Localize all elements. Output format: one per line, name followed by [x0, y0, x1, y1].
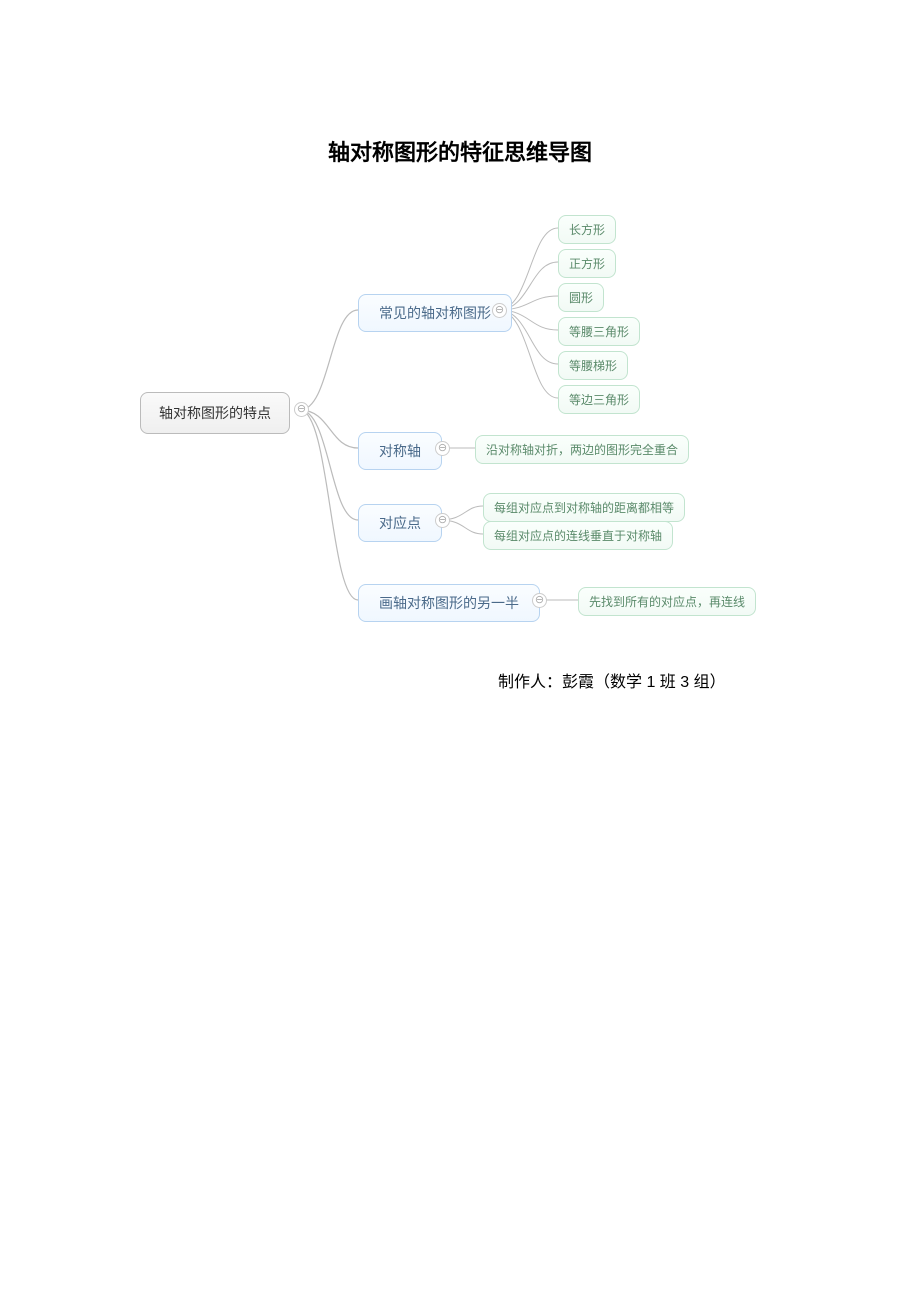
leaf-perpendicular[interactable]: 每组对应点的连线垂直于对称轴: [483, 521, 673, 550]
branch-common-shapes[interactable]: 常见的轴对称图形: [358, 294, 512, 332]
branch-label: 对应点: [379, 513, 421, 533]
branch-label: 对称轴: [379, 441, 421, 461]
leaf-label: 圆形: [569, 289, 593, 306]
leaf-label: 等腰三角形: [569, 323, 629, 340]
leaf-label: 等边三角形: [569, 391, 629, 408]
toggle-icon[interactable]: ⊖: [435, 513, 450, 528]
leaf-isosceles-triangle[interactable]: 等腰三角形: [558, 317, 640, 346]
mindmap-container: 轴对称图形的特点 ⊖ 常见的轴对称图形 ⊖ 长方形 正方形 圆形 等腰三角形 等…: [130, 210, 870, 640]
leaf-equal-distance[interactable]: 每组对应点到对称轴的距离都相等: [483, 493, 685, 522]
toggle-icon[interactable]: ⊖: [435, 441, 450, 456]
page-title: 轴对称图形的特征思维导图: [0, 135, 920, 167]
branch-label: 常见的轴对称图形: [379, 303, 491, 323]
branch-label: 画轴对称图形的另一半: [379, 593, 519, 613]
leaf-label: 每组对应点到对称轴的距离都相等: [494, 499, 674, 516]
branch-draw-other-half[interactable]: 画轴对称图形的另一半: [358, 584, 540, 622]
leaf-square[interactable]: 正方形: [558, 249, 616, 278]
root-node[interactable]: 轴对称图形的特点: [140, 392, 290, 434]
root-label: 轴对称图形的特点: [159, 403, 271, 423]
leaf-circle[interactable]: 圆形: [558, 283, 604, 312]
leaf-label: 沿对称轴对折，两边的图形完全重合: [486, 441, 678, 458]
branch-axis[interactable]: 对称轴: [358, 432, 442, 470]
leaf-isosceles-trapezoid[interactable]: 等腰梯形: [558, 351, 628, 380]
leaf-rectangle[interactable]: 长方形: [558, 215, 616, 244]
leaf-label: 每组对应点的连线垂直于对称轴: [494, 527, 662, 544]
leaf-fold-overlap[interactable]: 沿对称轴对折，两边的图形完全重合: [475, 435, 689, 464]
toggle-icon[interactable]: ⊖: [532, 593, 547, 608]
toggle-icon[interactable]: ⊖: [294, 402, 309, 417]
toggle-icon[interactable]: ⊖: [492, 303, 507, 318]
leaf-equilateral-triangle[interactable]: 等边三角形: [558, 385, 640, 414]
leaf-label: 正方形: [569, 255, 605, 272]
credit-line: 制作人：彭霞（数学 1 班 3 组）: [498, 668, 726, 692]
leaf-label: 先找到所有的对应点，再连线: [589, 593, 745, 610]
leaf-find-then-connect[interactable]: 先找到所有的对应点，再连线: [578, 587, 756, 616]
branch-corresponding-points[interactable]: 对应点: [358, 504, 442, 542]
leaf-label: 长方形: [569, 221, 605, 238]
leaf-label: 等腰梯形: [569, 357, 617, 374]
